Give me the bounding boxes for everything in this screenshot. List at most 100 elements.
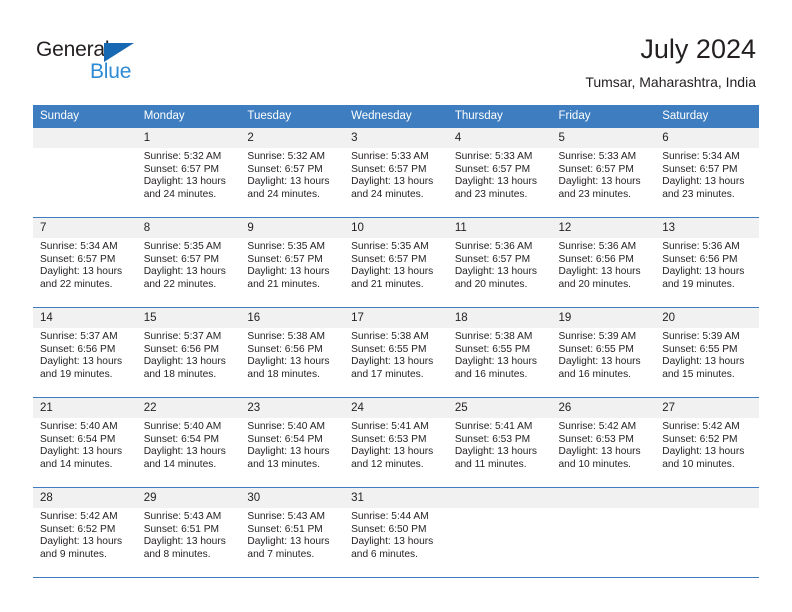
- day-details: Sunrise: 5:39 AM Sunset: 6:55 PM Daylight:…: [655, 328, 759, 381]
- calendar-day-cell[interactable]: 23 Sunrise: 5:40 AM Sunset: 6:54 PM Dayligh…: [240, 397, 345, 488]
- sunset-text: Sunset: 6:57 PM: [143, 253, 220, 265]
- calendar-day-cell[interactable]: 13 Sunrise: 5:36 AM Sunset: 6:56 PM Dayligh…: [655, 217, 759, 308]
- calendar-day-cell[interactable]: 6 Sunrise: 5:34 AM Sunset: 6:57 PM Daylight…: [655, 127, 759, 218]
- calendar-day-cell[interactable]: 19 Sunrise: 5:39 AM Sunset: 6:55 PM Dayligh…: [551, 307, 656, 398]
- sunrise-text: Sunrise: 5:41 AM: [454, 421, 533, 432]
- calendar-day-cell[interactable]: 10 Sunrise: 5:35 AM Sunset: 6:57 PM Dayligh…: [344, 217, 448, 308]
- daylight-text-line2: and 24 minutes.: [351, 188, 424, 200]
- weekday-header-sunday: Sunday: [33, 105, 137, 128]
- sunrise-text: Sunrise: 5:33 AM: [558, 151, 637, 162]
- day-number: 27: [655, 398, 759, 418]
- day-number: 4: [447, 128, 552, 148]
- calendar-day-cell[interactable]: 3 Sunrise: 5:33 AM Sunset: 6:57 PM Daylight…: [344, 127, 448, 218]
- daylight-text-line2: and 18 minutes.: [247, 368, 320, 380]
- day-details: Sunrise: 5:37 AM Sunset: 6:56 PM Daylight:…: [33, 328, 137, 381]
- sunrise-text: Sunrise: 5:35 AM: [143, 241, 222, 252]
- day-cell-inner: 15 Sunrise: 5:37 AM Sunset: 6:56 PM Dayligh…: [136, 308, 241, 397]
- day-number: 20: [655, 308, 759, 328]
- calendar-day-cell[interactable]: 18 Sunrise: 5:38 AM Sunset: 6:55 PM Dayligh…: [447, 307, 552, 398]
- sunset-text: Sunset: 6:53 PM: [351, 433, 427, 445]
- daylight-text-line1: Daylight: 13 hours: [662, 356, 745, 368]
- sunrise-text: Sunrise: 5:42 AM: [558, 421, 637, 432]
- calendar-day-cell[interactable]: 9 Sunrise: 5:35 AM Sunset: 6:57 PM Daylight…: [240, 217, 345, 308]
- day-cell-inner: 26 Sunrise: 5:42 AM Sunset: 6:53 PM Dayligh…: [551, 398, 656, 487]
- day-number: 13: [655, 218, 759, 238]
- sunset-text: Sunset: 6:56 PM: [40, 343, 116, 355]
- calendar-day-cell[interactable]: 5 Sunrise: 5:33 AM Sunset: 6:57 PM Daylight…: [551, 127, 656, 218]
- calendar-day-cell[interactable]: 25 Sunrise: 5:41 AM Sunset: 6:53 PM Dayligh…: [447, 397, 552, 488]
- sunset-text: Sunset: 6:52 PM: [662, 433, 738, 445]
- daylight-text-line2: and 12 minutes.: [351, 458, 424, 470]
- day-number: [551, 488, 656, 508]
- daylight-text-line2: and 11 minutes.: [454, 458, 527, 470]
- day-number: 7: [33, 218, 137, 238]
- day-cell-inner: 18 Sunrise: 5:38 AM Sunset: 6:55 PM Dayligh…: [447, 308, 552, 397]
- calendar-day-cell[interactable]: 8 Sunrise: 5:35 AM Sunset: 6:57 PM Daylight…: [136, 217, 241, 308]
- day-cell-inner: 16 Sunrise: 5:38 AM Sunset: 6:56 PM Dayligh…: [240, 308, 345, 397]
- day-details: Sunrise: 5:34 AM Sunset: 6:57 PM Daylight:…: [655, 148, 759, 201]
- day-number: 19: [551, 308, 656, 328]
- calendar-day-cell[interactable]: 28 Sunrise: 5:42 AM Sunset: 6:52 PM Dayligh…: [33, 487, 137, 578]
- calendar-day-cell[interactable]: 12 Sunrise: 5:36 AM Sunset: 6:56 PM Dayligh…: [551, 217, 656, 308]
- daylight-text-line2: and 19 minutes.: [40, 368, 113, 380]
- calendar-day-cell[interactable]: 31 Sunrise: 5:44 AM Sunset: 6:50 PM Dayligh…: [344, 487, 448, 578]
- calendar-day-cell[interactable]: 30 Sunrise: 5:43 AM Sunset: 6:51 PM Dayligh…: [240, 487, 345, 578]
- day-cell-inner: 29 Sunrise: 5:43 AM Sunset: 6:51 PM Dayligh…: [136, 488, 241, 577]
- sunset-text: Sunset: 6:56 PM: [247, 343, 323, 355]
- calendar-day-cell[interactable]: 21 Sunrise: 5:40 AM Sunset: 6:54 PM Dayligh…: [33, 397, 137, 488]
- day-cell-inner: 3 Sunrise: 5:33 AM Sunset: 6:57 PM Daylight…: [344, 128, 448, 217]
- day-number: 25: [447, 398, 552, 418]
- sunrise-text: Sunrise: 5:36 AM: [662, 241, 740, 252]
- calendar-day-cell[interactable]: 17 Sunrise: 5:38 AM Sunset: 6:55 PM Dayligh…: [344, 307, 448, 398]
- calendar-grid: Sunday Monday Tuesday Wednesday Thursday…: [33, 105, 759, 578]
- sunrise-text: Sunrise: 5:40 AM: [40, 421, 118, 432]
- sunset-text: Sunset: 6:57 PM: [558, 163, 634, 175]
- day-cell-inner: 6 Sunrise: 5:34 AM Sunset: 6:57 PM Daylight…: [655, 128, 759, 217]
- calendar-day-cell[interactable]: 20 Sunrise: 5:39 AM Sunset: 6:55 PM Dayligh…: [655, 307, 759, 398]
- day-details: Sunrise: 5:34 AM Sunset: 6:57 PM Daylight:…: [33, 238, 137, 291]
- calendar-day-cell[interactable]: 16 Sunrise: 5:38 AM Sunset: 6:56 PM Dayligh…: [240, 307, 345, 398]
- day-number: 30: [240, 488, 345, 508]
- daylight-text-line2: and 23 minutes.: [454, 188, 528, 200]
- day-details: Sunrise: 5:33 AM Sunset: 6:57 PM Daylight:…: [344, 148, 448, 201]
- day-details: Sunrise: 5:36 AM Sunset: 6:56 PM Daylight:…: [655, 238, 759, 291]
- daylight-text-line2: and 8 minutes.: [143, 548, 211, 560]
- calendar-day-cell[interactable]: 4 Sunrise: 5:33 AM Sunset: 6:57 PM Daylight…: [447, 127, 552, 218]
- calendar-day-cell[interactable]: 22 Sunrise: 5:40 AM Sunset: 6:54 PM Dayligh…: [136, 397, 241, 488]
- day-details: Sunrise: 5:44 AM Sunset: 6:50 PM Daylight:…: [344, 508, 448, 561]
- daylight-text-line1: Daylight: 13 hours: [351, 356, 434, 368]
- sunrise-text: Sunrise: 5:36 AM: [454, 241, 533, 252]
- sunrise-text: Sunrise: 5:39 AM: [662, 331, 740, 342]
- calendar-day-cell[interactable]: 2 Sunrise: 5:32 AM Sunset: 6:57 PM Daylight…: [240, 127, 345, 218]
- calendar-day-cell[interactable]: 26 Sunrise: 5:42 AM Sunset: 6:53 PM Dayligh…: [551, 397, 656, 488]
- calendar-day-cell[interactable]: 11 Sunrise: 5:36 AM Sunset: 6:57 PM Dayligh…: [447, 217, 552, 308]
- daylight-text-line2: and 10 minutes.: [558, 458, 632, 470]
- daylight-text-line2: and 23 minutes.: [558, 188, 632, 200]
- day-number: [655, 488, 759, 508]
- page-subtitle: Tumsar, Maharashtra, India: [585, 74, 756, 90]
- day-number: 12: [551, 218, 656, 238]
- daylight-text-line2: and 22 minutes.: [40, 278, 113, 290]
- calendar-day-cell[interactable]: 24 Sunrise: 5:41 AM Sunset: 6:53 PM Dayligh…: [344, 397, 448, 488]
- daylight-text-line1: Daylight: 13 hours: [662, 176, 745, 188]
- calendar-day-cell[interactable]: 1 Sunrise: 5:32 AM Sunset: 6:57 PM Daylight…: [136, 127, 241, 218]
- sunrise-text: Sunrise: 5:43 AM: [247, 511, 325, 522]
- calendar-day-cell[interactable]: 29 Sunrise: 5:43 AM Sunset: 6:51 PM Dayligh…: [136, 487, 241, 578]
- day-details: Sunrise: 5:43 AM Sunset: 6:51 PM Daylight:…: [137, 508, 241, 561]
- sunset-text: Sunset: 6:57 PM: [247, 253, 323, 265]
- day-details: Sunrise: 5:40 AM Sunset: 6:54 PM Daylight:…: [33, 418, 137, 471]
- day-number: 16: [240, 308, 345, 328]
- daylight-text-line1: Daylight: 13 hours: [454, 266, 537, 278]
- calendar-day-cell[interactable]: 14 Sunrise: 5:37 AM Sunset: 6:56 PM Dayligh…: [33, 307, 137, 398]
- calendar-day-cell[interactable]: 15 Sunrise: 5:37 AM Sunset: 6:56 PM Dayligh…: [136, 307, 241, 398]
- daylight-text-line2: and 19 minutes.: [662, 278, 735, 290]
- general-blue-logo[interactable]: General Blue: [36, 38, 166, 88]
- sunrise-text: Sunrise: 5:40 AM: [247, 421, 325, 432]
- daylight-text-line2: and 24 minutes.: [247, 188, 320, 200]
- calendar-day-cell[interactable]: 7 Sunrise: 5:34 AM Sunset: 6:57 PM Daylight…: [33, 217, 137, 308]
- daylight-text-line1: Daylight: 13 hours: [143, 536, 226, 548]
- day-cell-inner: 20 Sunrise: 5:39 AM Sunset: 6:55 PM Dayligh…: [655, 308, 759, 397]
- calendar-day-cell[interactable]: 27 Sunrise: 5:42 AM Sunset: 6:52 PM Dayligh…: [655, 397, 759, 488]
- sunrise-text: Sunrise: 5:41 AM: [351, 421, 429, 432]
- calendar-empty-cell: [447, 487, 552, 578]
